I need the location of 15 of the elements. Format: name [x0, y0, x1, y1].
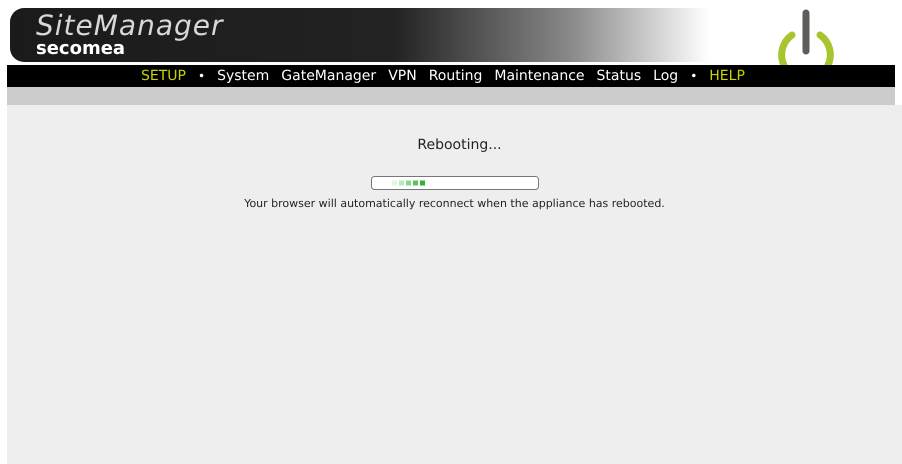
nav-link[interactable]: Routing	[424, 66, 486, 86]
nav-separator: •	[689, 68, 698, 85]
nav-link[interactable]: SETUP	[137, 66, 190, 86]
nav-link[interactable]: System	[213, 66, 274, 86]
nav-link[interactable]: VPN	[384, 66, 421, 86]
nav-link[interactable]: Maintenance	[490, 66, 589, 86]
brand-name: secomea	[36, 40, 126, 58]
nav-link[interactable]: Status	[592, 66, 646, 86]
nav-link[interactable]: GateManager	[277, 66, 380, 86]
nav-separator: •	[196, 68, 206, 85]
status-title: Rebooting...	[417, 136, 502, 155]
nav-link[interactable]: Log	[649, 66, 682, 86]
product-name: SiteManager	[36, 12, 225, 40]
nav-link[interactable]: HELP	[705, 66, 749, 86]
status-message: Your browser will automatically reconnect when the appliance has rebooted.	[244, 196, 665, 212]
